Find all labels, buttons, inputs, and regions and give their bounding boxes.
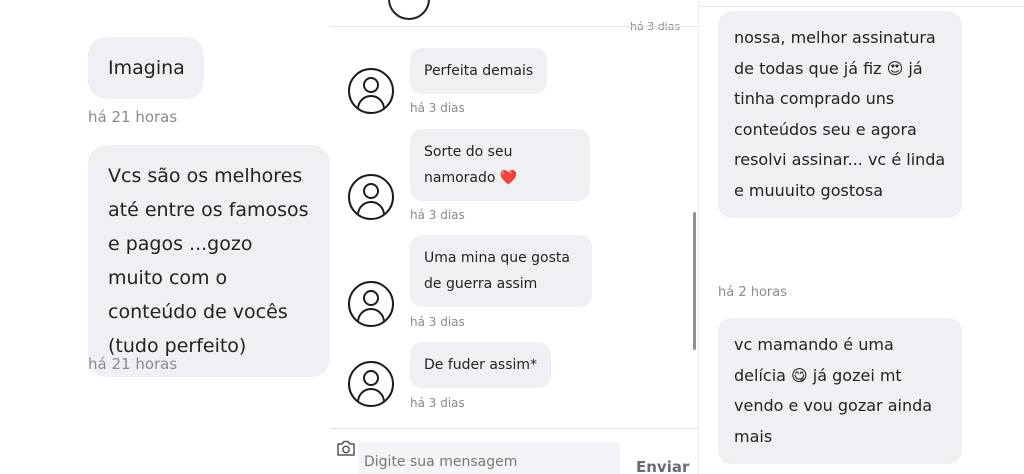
message-text: Perfeita demais xyxy=(424,63,534,79)
avatar-icon xyxy=(348,281,394,327)
avatar-icon xyxy=(348,68,394,114)
message-bubble: vc mamando é uma delícia 😋 já gozei mt v… xyxy=(718,318,962,464)
scrollbar[interactable] xyxy=(693,212,696,350)
message-bubble: Imagina xyxy=(88,37,204,99)
message-time: há 3 dias xyxy=(410,396,465,410)
message-time: há 2 horas xyxy=(718,285,788,300)
message-text: De fuder assim* xyxy=(424,357,538,373)
avatar-icon xyxy=(388,0,430,20)
right-chat-panel: nossa, melhor assinatura de todas que já… xyxy=(700,0,1024,474)
composer-divider xyxy=(330,428,700,429)
header-divider xyxy=(700,6,1024,7)
message-bubble: Vcs são os melhores até entre os famosos… xyxy=(88,145,330,377)
camera-icon[interactable] xyxy=(336,440,356,456)
header-divider xyxy=(330,26,700,27)
avatar-icon xyxy=(348,361,394,407)
middle-chat-panel: há 3 dias Perfeita demais há 3 dias Sort… xyxy=(330,0,700,474)
message-time: há 3 dias xyxy=(410,101,465,115)
message-bubble: Sorte do seu namorado ❤️ xyxy=(410,129,590,201)
message-text: Vcs são os melhores até entre os famosos… xyxy=(108,165,309,357)
message-text: Imagina xyxy=(108,57,185,79)
send-button[interactable]: Enviar xyxy=(636,458,689,474)
left-chat-panel: Imagina há 21 horas Vcs são os melhores … xyxy=(0,0,330,474)
message-time: há 21 horas xyxy=(88,355,178,373)
message-time: há 3 dias xyxy=(410,315,465,329)
panel-divider xyxy=(698,0,699,474)
message-text: nossa, melhor assinatura de todas que já… xyxy=(734,28,946,200)
avatar-icon xyxy=(348,174,394,220)
message-text: Sorte do seu namorado ❤️ xyxy=(424,144,518,186)
message-input[interactable] xyxy=(358,442,620,474)
message-bubble: Uma mina que gosta de guerra assim xyxy=(410,235,592,307)
message-bubble: De fuder assim* xyxy=(410,342,552,388)
message-bubble: Perfeita demais xyxy=(410,48,548,94)
message-time: há 3 dias xyxy=(410,208,465,222)
message-text: vc mamando é uma delícia 😋 já gozei mt v… xyxy=(734,335,933,446)
message-text: Uma mina que gosta de guerra assim xyxy=(424,250,570,292)
message-time: há 21 horas xyxy=(88,108,178,126)
message-bubble: nossa, melhor assinatura de todas que já… xyxy=(718,11,962,218)
